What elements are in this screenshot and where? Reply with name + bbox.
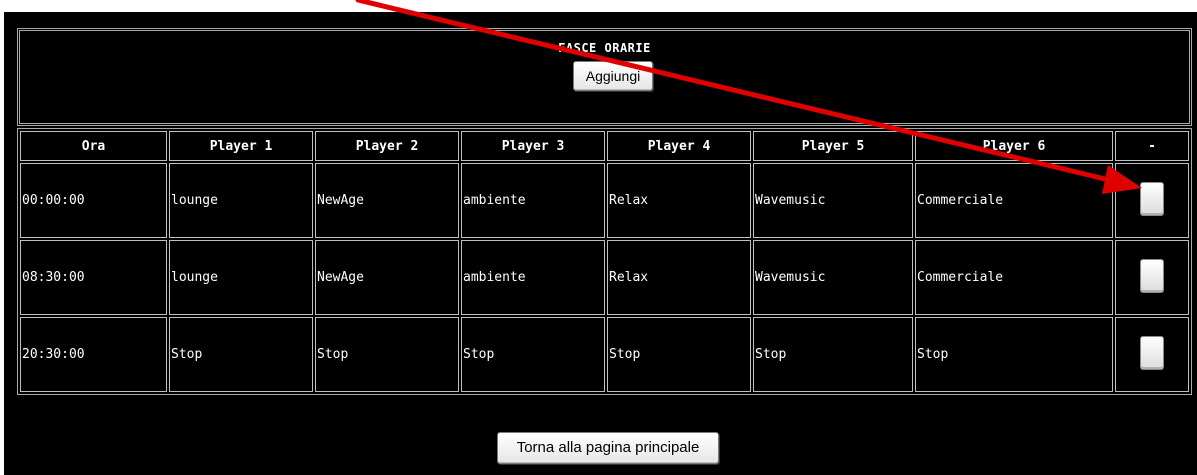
cell-player-6: Stop	[915, 317, 1113, 392]
row-delete-button[interactable]	[1140, 181, 1164, 216]
column-header-player-5: Player 5	[753, 131, 913, 161]
column-header-player-4: Player 4	[607, 131, 751, 161]
header-panel: FASCE ORARIE Aggiungi	[17, 28, 1192, 126]
cell-ora: 00:00:00	[20, 163, 167, 238]
cell-player-6: Commerciale	[915, 163, 1113, 238]
row-delete-button[interactable]	[1140, 258, 1164, 293]
cell-player-5: Wavemusic	[753, 163, 913, 238]
row-delete-button[interactable]	[1140, 335, 1164, 370]
column-header-player-3: Player 3	[461, 131, 605, 161]
page-background: FASCE ORARIE Aggiungi Ora Player 1 Playe…	[4, 12, 1197, 475]
cell-player-2: NewAge	[315, 163, 459, 238]
table-row: 08:30:00 lounge NewAge ambiente Relax Wa…	[20, 240, 1189, 315]
cell-player-1: lounge	[169, 240, 313, 315]
table-row: 20:30:00 Stop Stop Stop Stop Stop Stop	[20, 317, 1189, 392]
cell-player-2: Stop	[315, 317, 459, 392]
cell-player-6: Commerciale	[915, 240, 1113, 315]
column-header-player-6: Player 6	[915, 131, 1113, 161]
back-to-home-button[interactable]: Torna alla pagina principale	[497, 432, 719, 464]
time-slots-table: Ora Player 1 Player 2 Player 3 Player 4 …	[18, 129, 1191, 394]
cell-player-5: Wavemusic	[753, 240, 913, 315]
time-slots-table-frame: Ora Player 1 Player 2 Player 3 Player 4 …	[17, 128, 1192, 395]
column-header-ora: Ora	[20, 131, 167, 161]
add-button[interactable]: Aggiungi	[573, 61, 653, 91]
page-title: FASCE ORARIE	[558, 41, 651, 55]
cell-ora: 20:30:00	[20, 317, 167, 392]
table-header-row: Ora Player 1 Player 2 Player 3 Player 4 …	[20, 131, 1189, 161]
column-header-actions: -	[1115, 131, 1189, 161]
cell-player-5: Stop	[753, 317, 913, 392]
cell-actions	[1115, 240, 1189, 315]
cell-player-2: NewAge	[315, 240, 459, 315]
cell-player-4: Relax	[607, 240, 751, 315]
table-row: 00:00:00 lounge NewAge ambiente Relax Wa…	[20, 163, 1189, 238]
cell-player-3: ambiente	[461, 240, 605, 315]
cell-ora: 08:30:00	[20, 240, 167, 315]
cell-actions	[1115, 163, 1189, 238]
cell-player-3: ambiente	[461, 163, 605, 238]
cell-player-1: Stop	[169, 317, 313, 392]
cell-actions	[1115, 317, 1189, 392]
cell-player-4: Stop	[607, 317, 751, 392]
cell-player-1: lounge	[169, 163, 313, 238]
cell-player-4: Relax	[607, 163, 751, 238]
column-header-player-2: Player 2	[315, 131, 459, 161]
cell-player-3: Stop	[461, 317, 605, 392]
column-header-player-1: Player 1	[169, 131, 313, 161]
